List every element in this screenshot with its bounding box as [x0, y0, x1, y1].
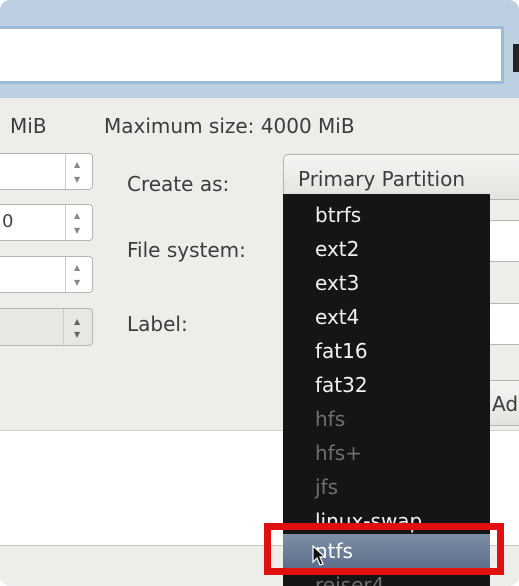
spin-buttons[interactable]: ▲ ▼ — [65, 205, 92, 240]
menu-item-fat32[interactable]: fat32 — [283, 368, 490, 402]
size-spin-field-2[interactable]: 0 ▲ ▼ — [0, 204, 93, 241]
spin-up-icon[interactable]: ▲ — [74, 160, 80, 169]
menu-item-btrfs[interactable]: btrfs — [283, 198, 490, 232]
title-bar — [0, 0, 519, 98]
spin-value: 0 — [2, 211, 14, 232]
min-size-suffix: MiB — [10, 114, 47, 138]
highlight-annotation — [264, 523, 504, 575]
alignment-combo[interactable]: ▲ ▼ — [0, 308, 93, 346]
file-system-select-edge[interactable] — [488, 220, 519, 262]
spin-buttons[interactable]: ▲ ▼ — [65, 257, 92, 292]
menu-item-jfs: jfs — [315, 475, 339, 499]
spin-up-icon[interactable]: ▲ — [74, 263, 80, 272]
file-system-label: File system: — [127, 238, 246, 262]
size-spin-field-3[interactable]: ▲ ▼ — [0, 256, 93, 293]
menu-item-fat16[interactable]: fat16 — [283, 334, 490, 368]
spin-down-icon[interactable]: ▼ — [74, 226, 80, 235]
create-as-label: Create as: — [127, 172, 230, 196]
label-label: Label: — [127, 312, 188, 336]
menu-item-ext4[interactable]: ext4 — [283, 300, 490, 334]
menu-item-hfs: hfs — [315, 407, 346, 431]
spin-down-icon[interactable]: ▼ — [74, 175, 80, 184]
mouse-cursor-icon — [312, 545, 326, 566]
title-bar-edge — [513, 44, 519, 72]
partition-dialog: MiB Maximum size: 4000 MiB ▲ ▼ 0 ▲ ▼ ▲ ▼… — [0, 0, 519, 586]
chevron-down-icon: ▼ — [74, 330, 81, 339]
title-field[interactable] — [0, 26, 504, 84]
max-size-label: Maximum size: 4000 MiB — [104, 114, 355, 138]
combo-arrows[interactable]: ▲ ▼ — [63, 309, 94, 345]
menu-item-hfs-plus: hfs+ — [315, 441, 362, 465]
size-spin-field-1[interactable]: ▲ ▼ — [0, 153, 93, 190]
spin-up-icon[interactable]: ▲ — [74, 211, 80, 220]
add-button-label: Ad — [492, 392, 519, 416]
spin-buttons[interactable]: ▲ ▼ — [65, 154, 92, 189]
menu-item-ext3[interactable]: ext3 — [283, 266, 490, 300]
label-input-edge[interactable] — [488, 303, 519, 345]
spin-down-icon[interactable]: ▼ — [74, 278, 80, 287]
chevron-up-icon: ▲ — [74, 317, 81, 326]
create-as-value: Primary Partition — [298, 167, 465, 191]
menu-item-ext2[interactable]: ext2 — [283, 232, 490, 266]
